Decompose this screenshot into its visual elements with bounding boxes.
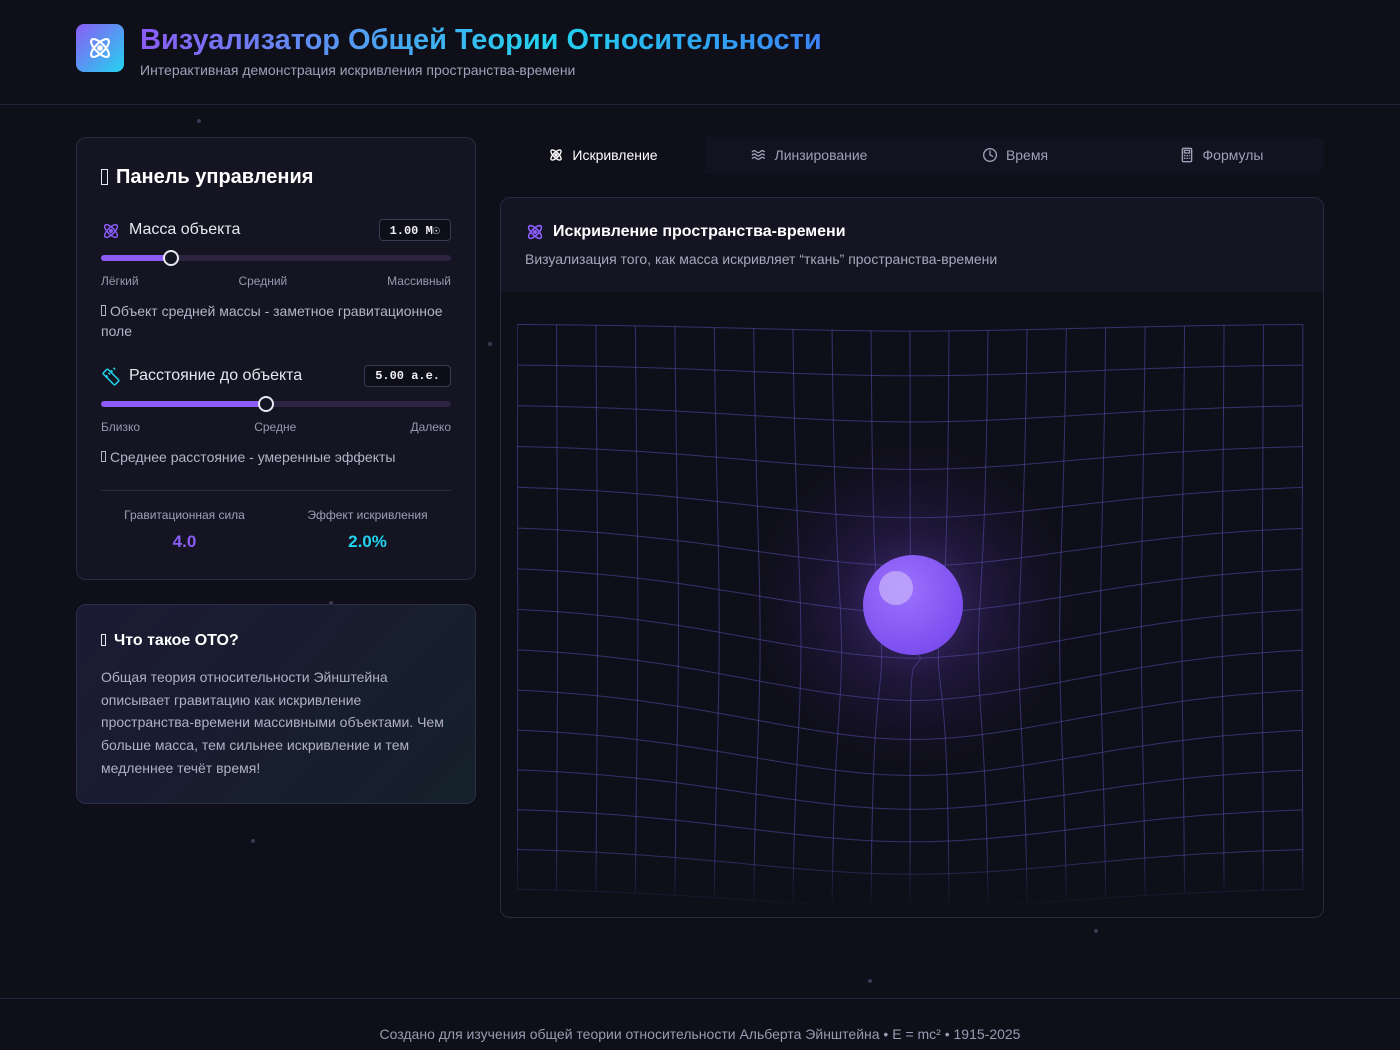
view-tabs: Искривление Линзирование Время Формулы [500, 137, 1324, 173]
visualization-description: Визуализация того, как масса искривляет … [525, 251, 998, 267]
mass-tick-light: Лёгкий [101, 274, 139, 288]
mass-slider-thumb[interactable] [163, 250, 179, 266]
background-star [868, 979, 872, 983]
distance-tick-far: Далеко [410, 420, 451, 434]
tab-lensing[interactable]: Линзирование [706, 137, 912, 173]
tab-formulas[interactable]: Формулы [1118, 137, 1324, 173]
mass-slider-fill [101, 255, 171, 261]
distance-tick-near: Близко [101, 420, 141, 434]
tab-curvature-label: Искривление [572, 147, 658, 163]
mass-tick-medium: Средний [238, 274, 288, 288]
grid-bottom-fade [517, 848, 1307, 904]
massive-object[interactable] [863, 555, 963, 655]
missing-glyph-icon [101, 169, 108, 185]
gravity-stat: Гравитационная сила 4.0 [97, 508, 272, 552]
grid-line [1221, 325, 1225, 892]
calculator-icon [1181, 147, 1192, 163]
tab-time[interactable]: Время [912, 137, 1118, 173]
app-footer: Создано для изучения общей теории относи… [0, 998, 1400, 1050]
gravity-stat-value: 4.0 [172, 532, 197, 551]
control-panel: Панель управления Масса объекта 1.00 M☉ … [76, 137, 476, 580]
app-subtitle: Интерактивная демонстрация искривления п… [140, 62, 576, 78]
clock-icon [982, 148, 997, 162]
visualization-card: Искривление пространства-времени Визуали… [500, 197, 1324, 918]
grid-line [517, 324, 519, 890]
grid-line [634, 325, 639, 894]
gravity-stat-label: Гравитационная сила [124, 508, 245, 522]
curvature-stat: Эффект искривления 2.0% [280, 508, 455, 552]
visualization-title: Искривление пространства-времени [553, 223, 846, 240]
curvature-stat-value: 2.0% [348, 532, 387, 551]
info-card: Что такое ОТО? Общая теория относительно… [76, 604, 476, 804]
distance-label: Расстояние до объекта [129, 367, 303, 384]
panel-divider [101, 490, 451, 491]
tab-formulas-label: Формулы [1202, 147, 1264, 163]
grid-line [1261, 324, 1264, 891]
mass-tick-heavy: Массивный [387, 274, 451, 288]
curvature-stat-label: Эффект искривления [307, 508, 428, 522]
grid-line [1301, 324, 1304, 890]
grid-line [595, 325, 599, 892]
grid-line [674, 326, 680, 896]
distance-slider-fill [101, 401, 266, 407]
distance-tick-labels: Близко Средне Далеко [101, 420, 451, 434]
waves-icon [751, 150, 765, 160]
mass-slider[interactable] [101, 250, 451, 266]
app-title: Визуализатор Общей Теории Относительност… [140, 24, 822, 56]
distance-slider-thumb[interactable] [257, 396, 274, 412]
tab-lensing-label: Линзирование [774, 147, 868, 163]
missing-glyph-icon [101, 305, 106, 316]
tab-curvature[interactable]: Искривление [500, 137, 706, 173]
distance-value: 5.00 а.е. [364, 365, 451, 387]
background-star [197, 119, 201, 123]
distance-tick-mid: Средне [254, 420, 297, 434]
massive-object-highlight [879, 571, 913, 605]
footer-text: Создано для изучения общей теории относи… [379, 1026, 1021, 1042]
mass-tick-labels: Лёгкий Средний Массивный [101, 274, 451, 288]
missing-glyph-icon [101, 451, 106, 462]
grid-line [1100, 327, 1107, 899]
atom-icon [103, 223, 119, 239]
grid-line [1181, 326, 1186, 894]
distance-hint: Среднее расстояние - умеренные эффекты [101, 447, 456, 467]
distance-slider[interactable] [101, 396, 451, 412]
info-text: Общая теория относительности Эйнштейна о… [101, 669, 444, 776]
tab-time-label: Время [1005, 147, 1049, 163]
panel-title: Панель управления [101, 166, 313, 189]
info-title: Что такое ОТО? [101, 632, 239, 650]
atom-icon [527, 224, 543, 240]
mass-label: Масса объекта [129, 221, 241, 238]
missing-glyph-icon [101, 634, 106, 646]
ruler-icon [102, 367, 120, 386]
background-star [1094, 929, 1098, 933]
background-star [488, 342, 492, 346]
atom-icon [550, 149, 563, 161]
spacetime-grid[interactable] [517, 318, 1307, 904]
app-header: Визуализатор Общей Теории Относительност… [0, 0, 1400, 105]
grid-line [1140, 326, 1146, 896]
atom-icon [76, 24, 124, 72]
grid-line [556, 324, 559, 891]
background-star [251, 839, 255, 843]
mass-value: 1.00 M☉ [378, 219, 451, 241]
mass-hint: Объект средней массы - заметное гравитац… [101, 303, 443, 339]
visualization-header: Искривление пространства-времени Визуали… [501, 198, 1323, 292]
